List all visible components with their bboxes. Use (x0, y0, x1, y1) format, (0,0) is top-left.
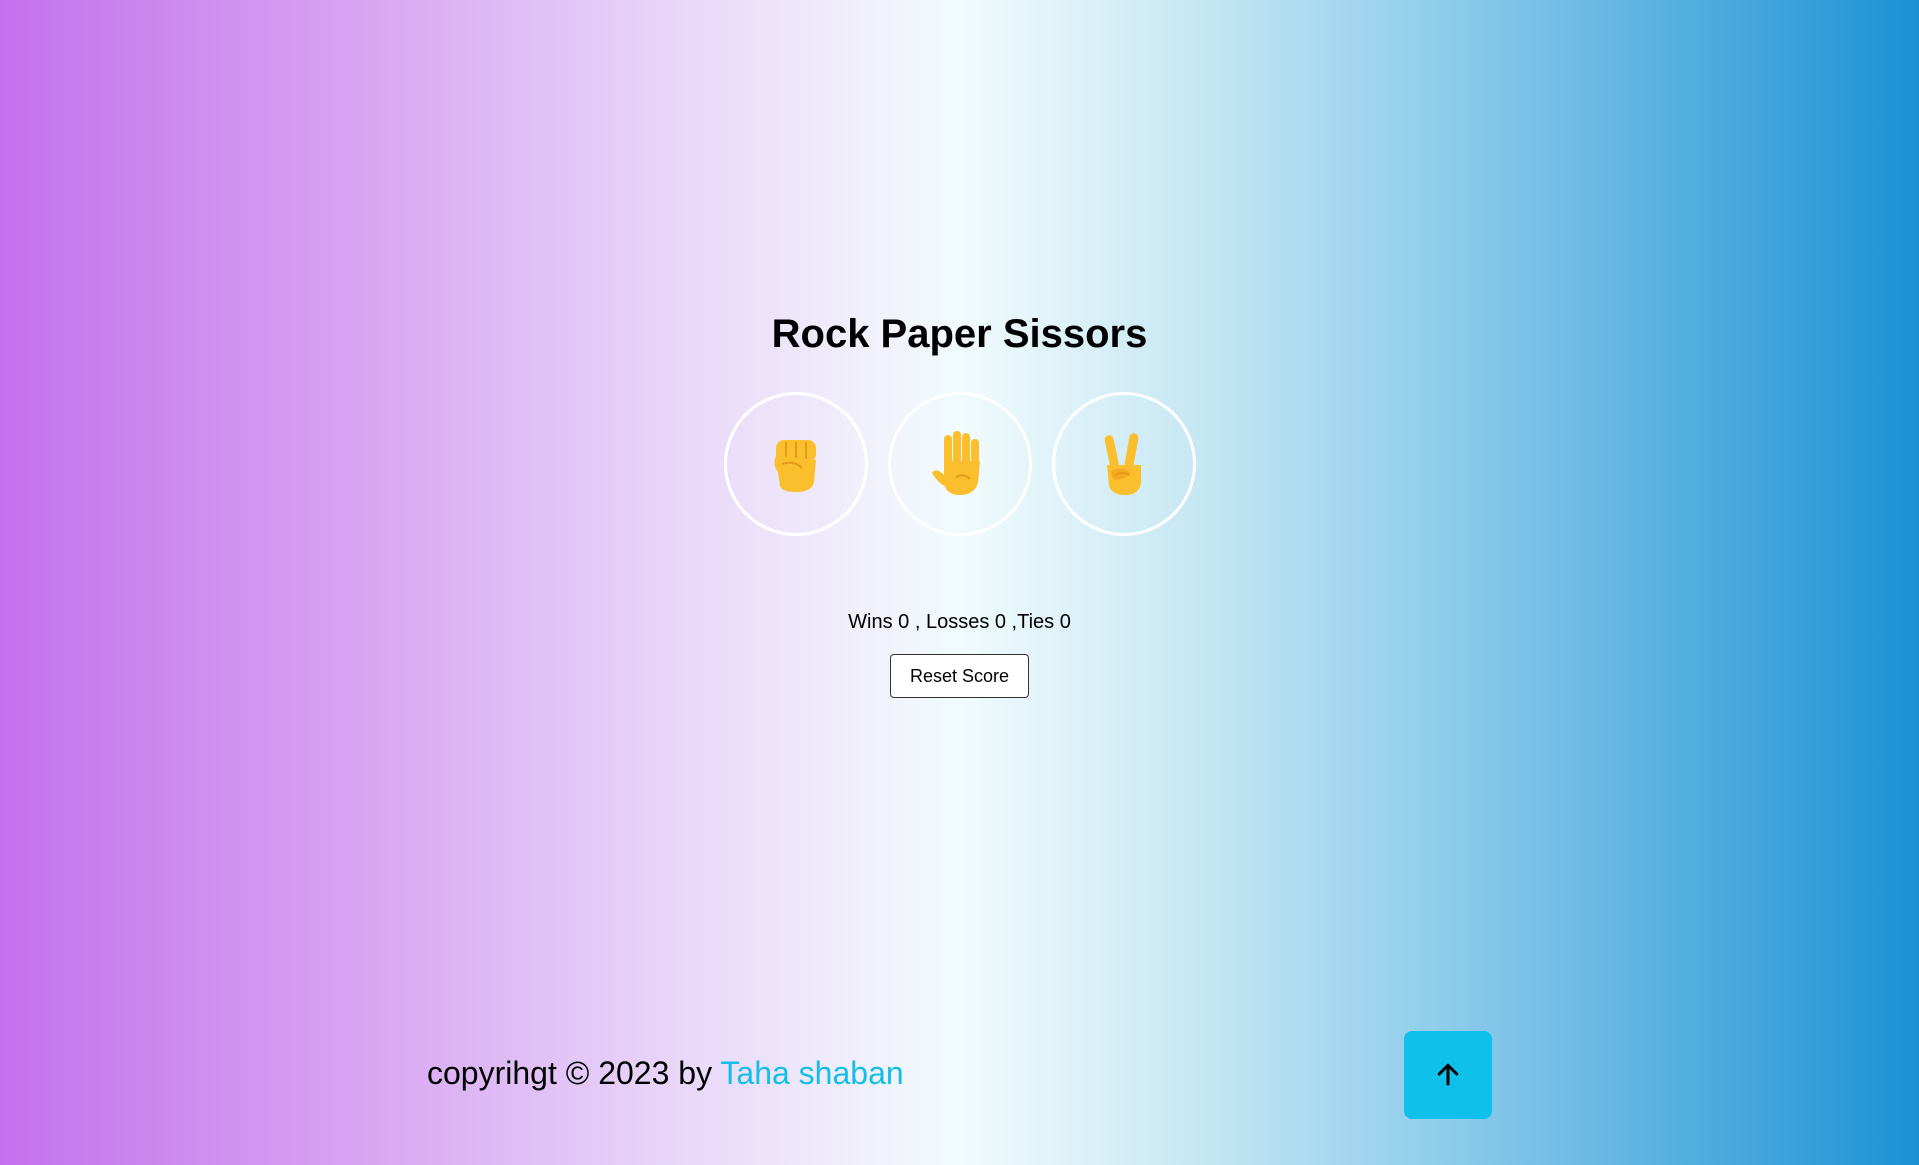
footer: copyrihgt © 2023 by Taha shaban (427, 1053, 904, 1093)
victory-hand-icon (1097, 431, 1151, 497)
scissors-button[interactable] (1051, 392, 1196, 536)
page-title: Rock Paper Sissors (771, 312, 1148, 356)
reset-score-button[interactable]: Reset Score (889, 654, 1030, 698)
score-text: Wins 0 , Losses 0 ,Ties 0 (848, 611, 1071, 633)
raised-fist-icon (768, 434, 824, 494)
copyright-text: copyrihgt © 2023 by (427, 1055, 721, 1091)
scroll-to-top-button[interactable] (1404, 1031, 1492, 1119)
paper-button[interactable] (887, 392, 1032, 536)
raised-hand-icon (930, 431, 990, 497)
game-container: Rock Paper Sissors Wins 0 , Losses 0 ,Ti… (0, 306, 1919, 698)
rock-button[interactable] (723, 392, 868, 536)
author-link[interactable]: Taha shaban (720, 1055, 903, 1091)
choices-row (0, 392, 1919, 536)
arrow-up-icon (1433, 1059, 1463, 1092)
